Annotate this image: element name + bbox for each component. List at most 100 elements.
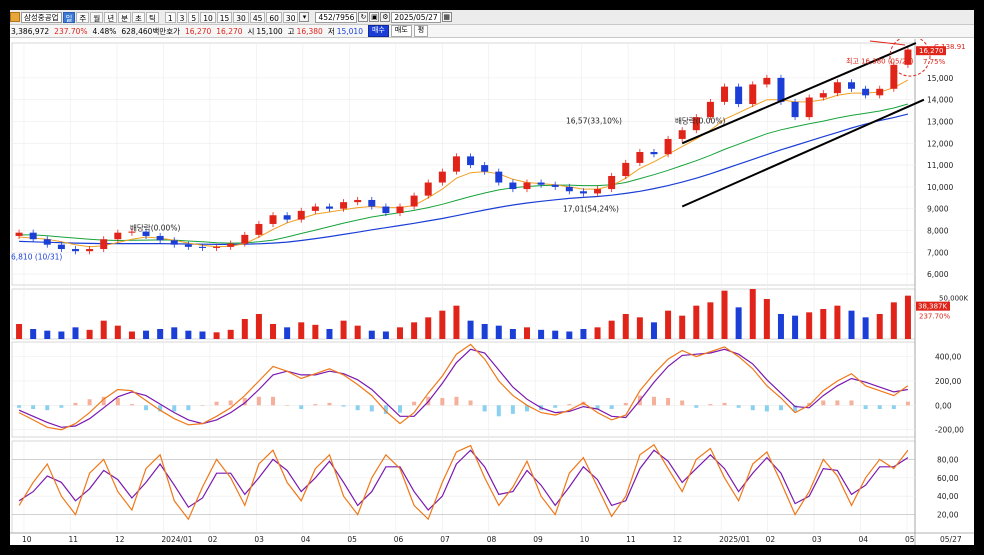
price-tick-label: 10,000 (927, 183, 953, 192)
interval-1-button[interactable]: 1 (164, 11, 176, 23)
date-field[interactable]: 2025/05/27 (391, 11, 441, 23)
time-axis-label: 12 (115, 535, 125, 544)
stock-name-field[interactable]: 삼성중공업 (21, 11, 62, 23)
price-candle (862, 88, 870, 96)
time-axis-label: 08 (487, 535, 497, 544)
ex-dividend-label-2: 배당락(0.00%) (675, 116, 725, 126)
price-candle (636, 152, 644, 163)
stock-icon[interactable] (10, 12, 20, 22)
macd-tick-label: 0,00 (935, 401, 952, 410)
evaluate-button[interactable]: 평 (413, 25, 429, 37)
macd-oscillator-bar (31, 405, 36, 409)
volume-bar (453, 305, 460, 339)
low-label: 저 (327, 26, 335, 36)
stoch-tick-label: 20,00 (937, 511, 959, 520)
macd-oscillator-bar (129, 404, 134, 406)
price-candle (269, 215, 277, 224)
price-candle (537, 182, 545, 185)
price-candle (650, 152, 658, 155)
price-candle (565, 186, 573, 192)
price-candle (241, 234, 249, 244)
macd-oscillator-bar (256, 396, 261, 406)
period-day-button[interactable]: 일 (62, 11, 76, 23)
macd-oscillator-bar (271, 396, 276, 406)
interval-5-button[interactable]: 5 (188, 11, 200, 23)
calendar-icon[interactable]: ▦ (441, 12, 452, 22)
price-candle (156, 235, 164, 241)
volume-tick-label: 50,000K (939, 294, 968, 302)
volume-bar (30, 329, 37, 339)
buy-button[interactable]: 매수 (367, 25, 389, 37)
interval-15-button[interactable]: 15 (216, 11, 233, 23)
price-candle (664, 138, 672, 155)
macd-oscillator-bar (482, 405, 487, 412)
price-candle (184, 244, 192, 247)
volume-bar (806, 312, 813, 339)
volume-last-label: 38,387K (918, 303, 947, 311)
macd-oscillator-bar (454, 396, 459, 406)
volume-bar (552, 330, 559, 339)
trade-amount: 628,460백만 (121, 26, 167, 36)
volume-bar (86, 329, 93, 339)
volume-bar (255, 314, 262, 339)
period-month-button[interactable]: 월 (90, 11, 104, 23)
volume-last-ratio: 237.70% (919, 313, 950, 321)
interval-select[interactable]: 30 (282, 11, 299, 23)
price-candle (424, 182, 432, 196)
period-year-button[interactable]: 년 (104, 11, 118, 23)
volume-bar (241, 319, 248, 339)
data-count-field[interactable]: 452/7956 (315, 11, 358, 23)
volume-bar (848, 310, 855, 339)
time-axis-label: 03 (254, 535, 264, 544)
price-candle (368, 199, 376, 207)
volume-bar (650, 322, 657, 339)
ask-price: 16,270 (185, 26, 212, 36)
time-axis-label: 2025/01 (719, 535, 750, 544)
price-candle (721, 86, 729, 102)
interval-10-button[interactable]: 10 (200, 11, 216, 23)
macd-oscillator-bar (299, 405, 304, 409)
price-candle (43, 239, 51, 245)
refresh-icon[interactable]: ↻ (358, 12, 369, 22)
volume-bar (523, 327, 530, 339)
last-price-label: 16,270 (919, 47, 944, 55)
volume-bar (382, 331, 389, 339)
volume-bar (735, 307, 742, 339)
interval-60-button[interactable]: 60 (266, 11, 282, 23)
price-candle (495, 171, 503, 183)
period-tick-button[interactable]: 틱 (145, 11, 159, 23)
volume-bar (679, 315, 686, 339)
settings-icon[interactable]: ⚙ (380, 12, 391, 22)
high-price: 16,380 (296, 26, 323, 36)
ex-dividend-label-1: 배당락(0.00%) (130, 222, 180, 232)
chevron-down-icon[interactable]: ▾ (299, 12, 310, 22)
volume-bar (157, 329, 164, 339)
volume-bar (425, 317, 432, 339)
period-minute-button[interactable]: 분 (118, 11, 132, 23)
interval-30-button[interactable]: 30 (233, 11, 249, 23)
price-candle (749, 84, 757, 105)
stock-chart[interactable]: 6,000 7,000 8,000 9,000 10,000 11,000 12,000 13… (10, 39, 974, 545)
macd-oscillator-bar (891, 405, 896, 409)
time-axis-label: 10 (580, 535, 590, 544)
price-tick-label: 8,000 (927, 226, 949, 235)
sell-button[interactable]: 매도 (390, 25, 412, 37)
price-candle (325, 206, 333, 209)
volume-bar (411, 322, 418, 339)
interval-45-button[interactable]: 45 (249, 11, 266, 23)
price-candle (706, 101, 714, 118)
high-label: 고 (287, 26, 295, 36)
interval-3-button[interactable]: 3 (176, 11, 188, 23)
macd-tick-label: 400,00 (935, 353, 961, 362)
period-second-button[interactable]: 초 (132, 11, 145, 23)
period-week-button[interactable]: 주 (76, 11, 90, 23)
last-change-label: 7.75% (923, 58, 946, 66)
price-candle (170, 240, 178, 245)
save-icon[interactable]: ▣ (369, 12, 380, 22)
high-marker-label: 최고 16,380 (05/27) (846, 56, 914, 65)
volume-bar (58, 331, 65, 339)
volume-bar (792, 315, 799, 339)
price-tick-label: 13,000 (927, 117, 953, 126)
volume-bar (270, 324, 277, 339)
macd-oscillator-bar (398, 405, 403, 413)
